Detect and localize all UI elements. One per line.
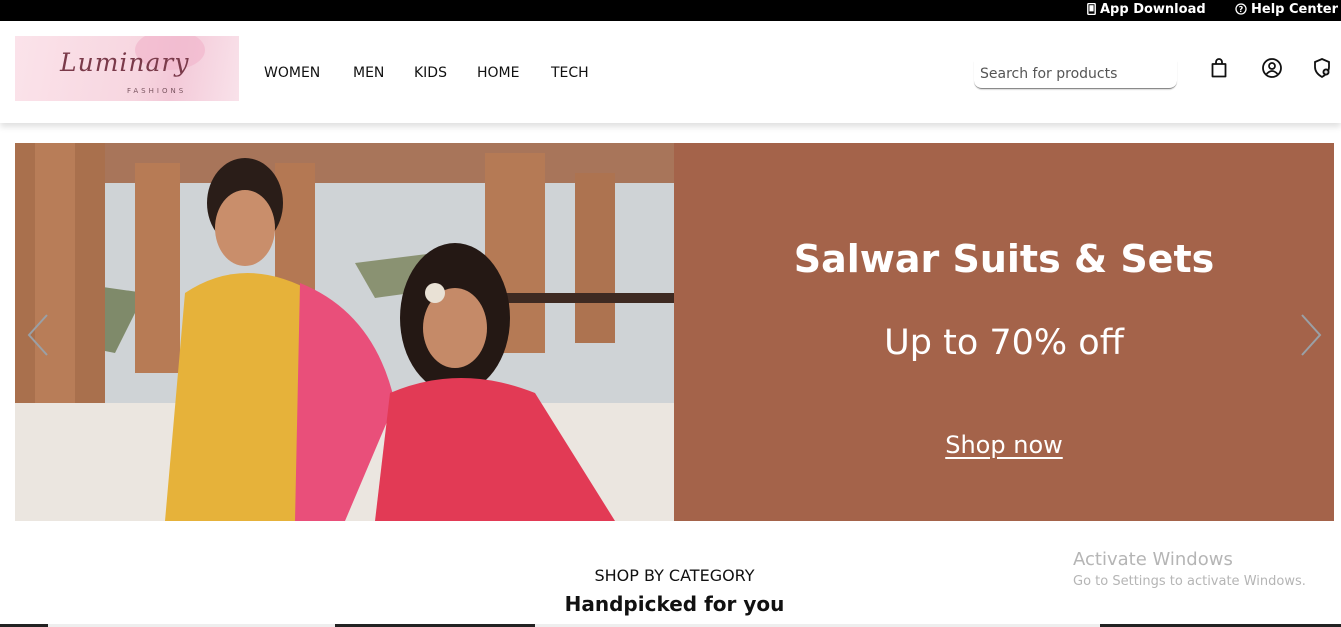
promo-title: Salwar Suits & Sets bbox=[793, 237, 1215, 281]
account-icon[interactable] bbox=[1261, 57, 1283, 79]
top-bar: App Download ? Help Center bbox=[0, 0, 1341, 21]
promo-offer: Up to 70% off bbox=[884, 323, 1124, 363]
carousel-prev-icon[interactable] bbox=[23, 311, 53, 359]
category-subheading: Handpicked for you bbox=[564, 592, 785, 616]
help-center-link[interactable]: ? Help Center bbox=[1235, 2, 1338, 17]
help-circle-icon: ? bbox=[1235, 2, 1247, 17]
nav-tech[interactable]: TECH bbox=[551, 65, 589, 81]
windows-watermark-subtitle: Go to Settings to activate Windows. bbox=[1073, 574, 1306, 589]
hero-banner[interactable]: Salwar Suits & Sets Up to 70% off Shop n… bbox=[15, 143, 1334, 521]
windows-watermark-title: Activate Windows bbox=[1073, 549, 1233, 570]
mobile-phone-icon bbox=[1087, 2, 1096, 17]
nav-men[interactable]: MEN bbox=[353, 65, 384, 81]
nav-kids[interactable]: KIDS bbox=[414, 65, 447, 81]
logo-subtext: FASHIONS bbox=[127, 87, 187, 95]
nav-women[interactable]: WOMEN bbox=[264, 65, 320, 81]
app-download-label: App Download bbox=[1100, 2, 1206, 17]
shopping-bag-icon[interactable] bbox=[1208, 57, 1230, 79]
promo-panel: Salwar Suits & Sets Up to 70% off Shop n… bbox=[674, 143, 1334, 521]
logo-script-text: Luminary bbox=[60, 48, 190, 77]
carousel-next-icon[interactable] bbox=[1296, 311, 1326, 359]
site-header: Luminary FASHIONS WOMEN MEN KIDS HOME TE… bbox=[0, 21, 1341, 123]
search-input[interactable]: Search for products bbox=[974, 61, 1177, 89]
brand-logo[interactable]: Luminary FASHIONS bbox=[15, 36, 239, 101]
help-center-label: Help Center bbox=[1251, 2, 1339, 17]
app-download-link[interactable]: App Download bbox=[1087, 2, 1206, 17]
nav-home[interactable]: HOME bbox=[477, 65, 519, 81]
svg-text:?: ? bbox=[1239, 5, 1244, 14]
shop-now-link[interactable]: Shop now bbox=[674, 431, 1334, 459]
hero-photo bbox=[15, 143, 674, 521]
wishlist-shield-icon[interactable] bbox=[1311, 57, 1333, 79]
